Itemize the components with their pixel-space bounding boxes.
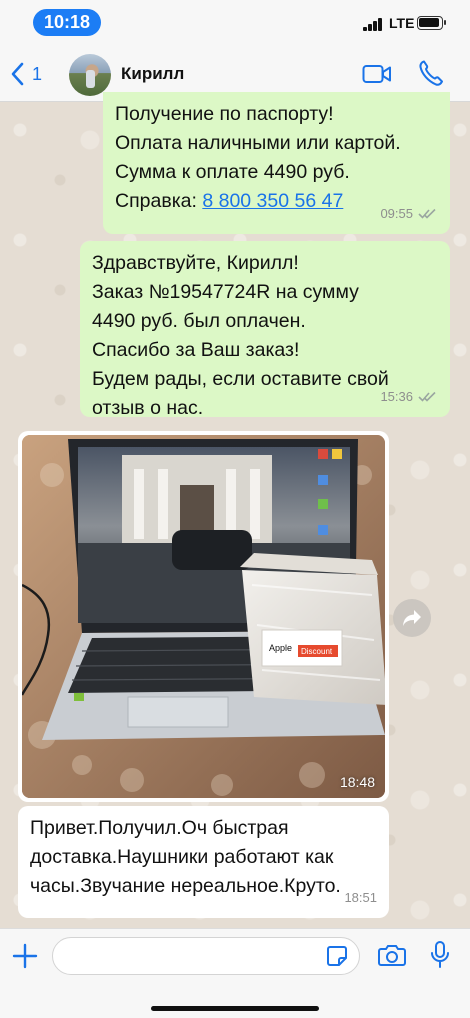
message-line: часы.Звучание нереальное.Круто. xyxy=(30,875,341,897)
video-camera-icon[interactable] xyxy=(362,63,392,85)
avatar[interactable] xyxy=(69,54,111,96)
share-arrow-icon xyxy=(403,610,421,626)
message-line: доставка.Наушники работают как xyxy=(30,846,334,868)
message-outgoing-1[interactable]: Получение по паспорту! Оплата наличными … xyxy=(103,92,450,234)
battery-icon xyxy=(417,16,446,30)
message-line: Оплата наличными или картой. xyxy=(115,132,401,154)
message-line: 4490 руб. был оплачен. xyxy=(92,310,306,332)
photo[interactable]: Apple Discount 18:48 xyxy=(22,435,385,798)
input-bar xyxy=(0,928,470,1018)
message-time: 09:55 xyxy=(380,206,413,221)
plus-icon[interactable] xyxy=(12,943,38,969)
status-time: 10:18 xyxy=(33,9,101,36)
message-incoming-photo[interactable]: Apple Discount 18:48 xyxy=(18,431,389,802)
network-label: LTE xyxy=(389,15,415,31)
sticker-icon[interactable] xyxy=(326,945,348,967)
message-input[interactable] xyxy=(52,937,360,975)
message-line: Заказ №19547724R на сумму xyxy=(92,281,359,303)
message-meta: 18:51 xyxy=(344,883,377,912)
message-line: Сумма к оплате 4490 руб. xyxy=(115,161,350,183)
signal-icon xyxy=(363,18,385,31)
message-time: 15:36 xyxy=(380,389,413,404)
phone-icon[interactable] xyxy=(418,59,444,87)
message-line: Спасибо за Ваш заказ! xyxy=(92,339,300,361)
box-label-apple: Apple xyxy=(269,643,292,653)
double-check-icon xyxy=(418,391,436,402)
status-bar: 10:18 LTE xyxy=(0,0,470,46)
box-label-discount: Discount xyxy=(301,647,333,656)
phone-link[interactable]: 8 800 350 56 47 xyxy=(202,190,343,212)
double-check-icon xyxy=(418,208,436,219)
photo-laptop-and-package: Apple Discount xyxy=(22,435,385,798)
message-time: 18:51 xyxy=(344,890,377,905)
forward-button[interactable] xyxy=(393,599,431,637)
message-line: Привет.Получил.Оч быстрая xyxy=(30,817,289,839)
message-line: Здравствуйте, Кирилл! xyxy=(92,252,299,274)
message-incoming-2[interactable]: Привет.Получил.Оч быстрая доставка.Наушн… xyxy=(18,806,389,918)
back-button[interactable]: 1 xyxy=(10,60,42,88)
message-outgoing-2[interactable]: Здравствуйте, Кирилл! Заказ №19547724R н… xyxy=(80,241,450,419)
home-indicator xyxy=(151,1006,319,1011)
camera-icon[interactable] xyxy=(378,943,406,967)
reference-label: Справка: xyxy=(115,190,203,212)
message-meta: 09:55 xyxy=(380,199,438,228)
message-meta: 15:36 xyxy=(380,382,438,411)
microphone-icon[interactable] xyxy=(430,941,450,969)
message-line: Получение по паспорту! xyxy=(115,103,334,125)
unread-count: 1 xyxy=(32,63,43,84)
contact-name[interactable]: Кирилл xyxy=(121,64,184,84)
message-time: 18:48 xyxy=(339,774,375,790)
chevron-left-icon xyxy=(11,62,24,86)
